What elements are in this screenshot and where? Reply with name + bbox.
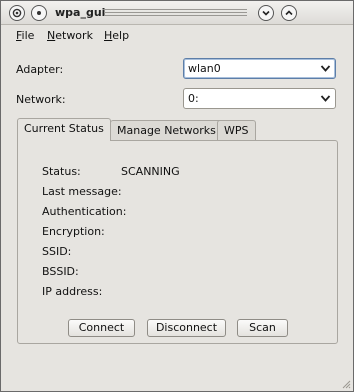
menu-help[interactable]: Help	[104, 29, 129, 42]
adapter-value: wlan0	[188, 62, 221, 75]
maximize-button[interactable]	[281, 5, 297, 21]
encryption-label: Encryption:	[42, 225, 105, 238]
title-bar[interactable]: wpa_gui	[1, 1, 353, 25]
minimize-button[interactable]	[258, 5, 274, 21]
disconnect-button[interactable]: Disconnect	[147, 319, 226, 337]
tab-current-status-label: Current Status	[24, 122, 104, 135]
menu-network[interactable]: Network	[47, 29, 93, 42]
menu-file[interactable]: File	[16, 29, 34, 42]
status-value: SCANNING	[121, 165, 180, 178]
wifi-app-icon[interactable]	[9, 5, 25, 21]
adapter-select[interactable]: wlan0	[183, 58, 336, 79]
network-value: 0:	[188, 92, 199, 105]
menu-bar: File Network Help	[1, 25, 353, 47]
current-status-panel: Status: SCANNING Last message: Authentic…	[17, 140, 338, 344]
network-label: Network:	[16, 93, 66, 106]
window-menu-icon[interactable]	[31, 5, 47, 21]
chevron-down-icon	[320, 95, 331, 102]
chevron-down-icon	[320, 65, 331, 72]
tab-manage-networks-label: Manage Networks	[117, 124, 216, 137]
tab-wps-label: WPS	[224, 124, 249, 137]
wpa-gui-window: wpa_gui File Network Help Adapter: wlan0…	[0, 0, 354, 392]
scan-button[interactable]: Scan	[237, 319, 288, 337]
ssid-label: SSID:	[42, 245, 72, 258]
resize-grip-icon[interactable]	[341, 379, 351, 389]
bssid-label: BSSID:	[42, 265, 79, 278]
adapter-label: Adapter:	[16, 63, 64, 76]
network-select[interactable]: 0:	[183, 88, 336, 109]
last-message-label: Last message:	[42, 185, 122, 198]
chevron-down-icon	[262, 10, 270, 16]
window-title: wpa_gui	[55, 6, 106, 19]
chevron-up-icon	[285, 10, 293, 16]
title-bar-grip	[104, 9, 247, 18]
connect-button[interactable]: Connect	[68, 319, 135, 337]
status-label: Status:	[42, 165, 81, 178]
authentication-label: Authentication:	[42, 205, 127, 218]
tab-manage-networks[interactable]: Manage Networks	[110, 120, 223, 140]
ip-address-label: IP address:	[42, 285, 103, 298]
tab-wps[interactable]: WPS	[217, 120, 256, 140]
tab-current-status[interactable]: Current Status	[17, 118, 111, 141]
